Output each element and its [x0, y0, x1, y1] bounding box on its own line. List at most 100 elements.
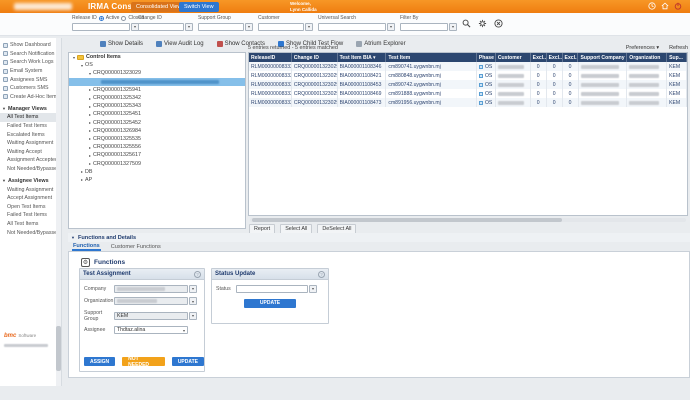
support-group-dropdown-button[interactable]: ▾: [245, 23, 253, 31]
sidebar-item-open-test-items[interactable]: Open Test Items: [0, 203, 61, 212]
table-row[interactable]: RLM000000083321CRQ000001323029BIA0000011…: [249, 80, 687, 89]
table-row[interactable]: RLM000000083321CRQ000001323029BIA0000011…: [249, 89, 687, 98]
tab-functions[interactable]: Functions: [72, 242, 101, 251]
column-header-excl-[interactable]: Excl...: [547, 53, 563, 62]
sidebar-item-not-needed-bypassed[interactable]: Not Needed/Bypassed: [0, 165, 61, 174]
column-header-excl-[interactable]: Excl...: [531, 53, 547, 62]
tree-item-crq000001325452[interactable]: ▸CRQ000001325452: [69, 119, 245, 127]
active-radio[interactable]: [99, 16, 104, 21]
tab-customer-functions[interactable]: Customer Functions: [110, 242, 162, 251]
table-row[interactable]: RLM000000083321CRQ000001323029BIA0000011…: [249, 62, 687, 71]
assignee-combobox[interactable]: Thdtaz.alina ▾: [114, 326, 188, 334]
row-checkbox-icon[interactable]: [479, 92, 483, 96]
tree-item-crq000001325617[interactable]: ▸CRQ000001325617: [69, 151, 245, 159]
sidebar-item-search-work-logs[interactable]: Search Work Logs: [0, 58, 61, 67]
support-group-input[interactable]: [198, 23, 244, 31]
column-header-test-item-bia[interactable]: Test Item BIA ▾: [338, 53, 387, 62]
column-header-phase[interactable]: Phase: [477, 53, 496, 62]
tree-item-crq000001326984[interactable]: ▸CRQ000001326984: [69, 127, 245, 135]
help-icon[interactable]: ?: [318, 271, 325, 278]
functions-and-details-bar[interactable]: ▼ Functions and Details: [68, 233, 690, 242]
help-icon[interactable]: ?: [194, 271, 201, 278]
company-field[interactable]: [114, 285, 188, 293]
column-header-excl-[interactable]: Excl...: [563, 53, 579, 62]
organization-dropdown-button[interactable]: ▾: [189, 297, 197, 305]
search-icon[interactable]: [462, 19, 471, 28]
sidebar-item-escalated-items[interactable]: Escalated Items: [0, 130, 61, 139]
change-id-dropdown-button[interactable]: ▾: [185, 23, 193, 31]
sidebar-scrollbar[interactable]: [56, 38, 61, 386]
support-group-field-dropdown-button[interactable]: ▾: [189, 312, 197, 320]
column-header-support-company[interactable]: Support Company: [578, 53, 627, 62]
tree-item-crq000001325343[interactable]: ▸CRQ000001325343: [69, 102, 245, 110]
closed-radio[interactable]: [121, 16, 126, 21]
sidebar-item-waiting-assignment[interactable]: Waiting Assignment: [0, 185, 61, 194]
release-id-input[interactable]: [72, 23, 130, 31]
power-logout-icon[interactable]: [674, 2, 682, 10]
tree-item-crq000001325535[interactable]: ▸CRQ000001325535: [69, 135, 245, 143]
sidebar-item-customers-sms[interactable]: Customers SMS: [0, 84, 61, 93]
column-header-test-item[interactable]: Test Item: [386, 53, 477, 62]
gear-settings-icon[interactable]: [478, 19, 487, 28]
tree-item-crq000001325342[interactable]: ▸CRQ000001325342: [69, 94, 245, 102]
column-header-change-id[interactable]: Change ID: [292, 53, 338, 62]
table-horizontal-scrollbar[interactable]: [250, 218, 686, 222]
tree-item-selected[interactable]: [69, 78, 245, 86]
home-icon[interactable]: [661, 2, 669, 10]
not-needed-button[interactable]: NOT NEEDED: [122, 357, 165, 366]
tree-item-crq000001325941[interactable]: ▸CRQ000001325941: [69, 86, 245, 94]
row-checkbox-icon[interactable]: [479, 74, 483, 78]
toolbar-button-view-audit-log[interactable]: View Audit Log: [156, 41, 204, 47]
row-checkbox-icon[interactable]: [479, 65, 483, 69]
sidebar-section-assignee-views[interactable]: ▼Assignee Views: [0, 176, 61, 185]
sidebar-section-manager-views[interactable]: ▼Manager Views: [0, 104, 61, 113]
tree-item-control-items[interactable]: ▾Control Items: [69, 53, 245, 61]
table-row[interactable]: RLM000000083321CRQ000001323029BIA0000011…: [249, 98, 687, 107]
sidebar-item-accept-assignment[interactable]: Accept Assignment: [0, 194, 61, 203]
sidebar-item-not-needed-bypassed[interactable]: Not Needed/Bypassed: [0, 228, 61, 237]
column-header-sup-[interactable]: Sup...: [667, 53, 687, 62]
tree-item-crq000001327509[interactable]: ▸CRQ000001327509: [69, 159, 245, 167]
sidebar-item-waiting-accept[interactable]: Waiting Accept: [0, 148, 61, 157]
sidebar-item-assignees-sms[interactable]: Assignees SMS: [0, 75, 61, 84]
status-update-button[interactable]: UPDATE: [244, 299, 296, 308]
filter-by-dropdown-button[interactable]: ▾: [449, 23, 457, 31]
organization-field[interactable]: [114, 297, 188, 305]
sidebar-item-waiting-assignment[interactable]: Waiting Assignment: [0, 139, 61, 148]
sidebar-item-create-ad-hoc-item[interactable]: Create Ad-Hoc Item: [0, 93, 61, 102]
column-header-organization[interactable]: Organization: [627, 53, 667, 62]
sidebar-item-email-system[interactable]: Email System: [0, 67, 61, 76]
status-field[interactable]: [236, 285, 308, 293]
row-checkbox-icon[interactable]: [479, 101, 483, 105]
table-row[interactable]: RLM000000083321CRQ000001323029BIA0000011…: [249, 71, 687, 80]
sidebar-item-failed-test-items[interactable]: Failed Test Items: [0, 122, 61, 131]
tree-item-ap[interactable]: ▸AP: [69, 176, 245, 184]
toolbar-button-show-details[interactable]: Show Details: [100, 41, 143, 47]
sidebar-item-show-dashboard[interactable]: Show Dashboard: [0, 41, 61, 50]
tree-item-crq000001325556[interactable]: ▸CRQ000001325556: [69, 143, 245, 151]
status-dropdown-button[interactable]: ▾: [309, 285, 317, 293]
column-header-releaseid[interactable]: ReleaseID: [249, 53, 292, 62]
assign-button[interactable]: ASSIGN: [84, 357, 115, 366]
tree-item-crq000001325451[interactable]: ▸CRQ000001325451: [69, 110, 245, 118]
clock-icon[interactable]: [648, 2, 656, 10]
tree-item-crq000001323029[interactable]: ▾CRQ000001323029: [69, 69, 245, 77]
column-header-customer[interactable]: Customer: [496, 53, 531, 62]
sidebar-item-search-notification[interactable]: Search Notification: [0, 50, 61, 59]
company-dropdown-button[interactable]: ▾: [189, 285, 197, 293]
sidebar-item-all-test-items[interactable]: All Test Items: [0, 220, 61, 229]
universal-search-dropdown-button[interactable]: ▾: [387, 23, 395, 31]
customer-input[interactable]: [258, 23, 304, 31]
tree-item-os[interactable]: ▾OS: [69, 61, 245, 69]
filter-by-input[interactable]: [400, 23, 448, 31]
preferences-menu[interactable]: Preferences ▾: [626, 45, 659, 51]
switch-view-button[interactable]: Switch View: [179, 2, 219, 12]
sidebar-item-all-test-items[interactable]: All Test Items: [0, 113, 61, 122]
clear-search-icon[interactable]: [494, 19, 503, 28]
tree-item-db[interactable]: ▸DB: [69, 168, 245, 176]
support-group-field[interactable]: KEM: [114, 312, 188, 320]
sidebar-item-failed-test-items[interactable]: Failed Test Items: [0, 211, 61, 220]
row-checkbox-icon[interactable]: [479, 83, 483, 87]
update-button[interactable]: UPDATE: [172, 357, 204, 366]
change-id-input[interactable]: [138, 23, 184, 31]
